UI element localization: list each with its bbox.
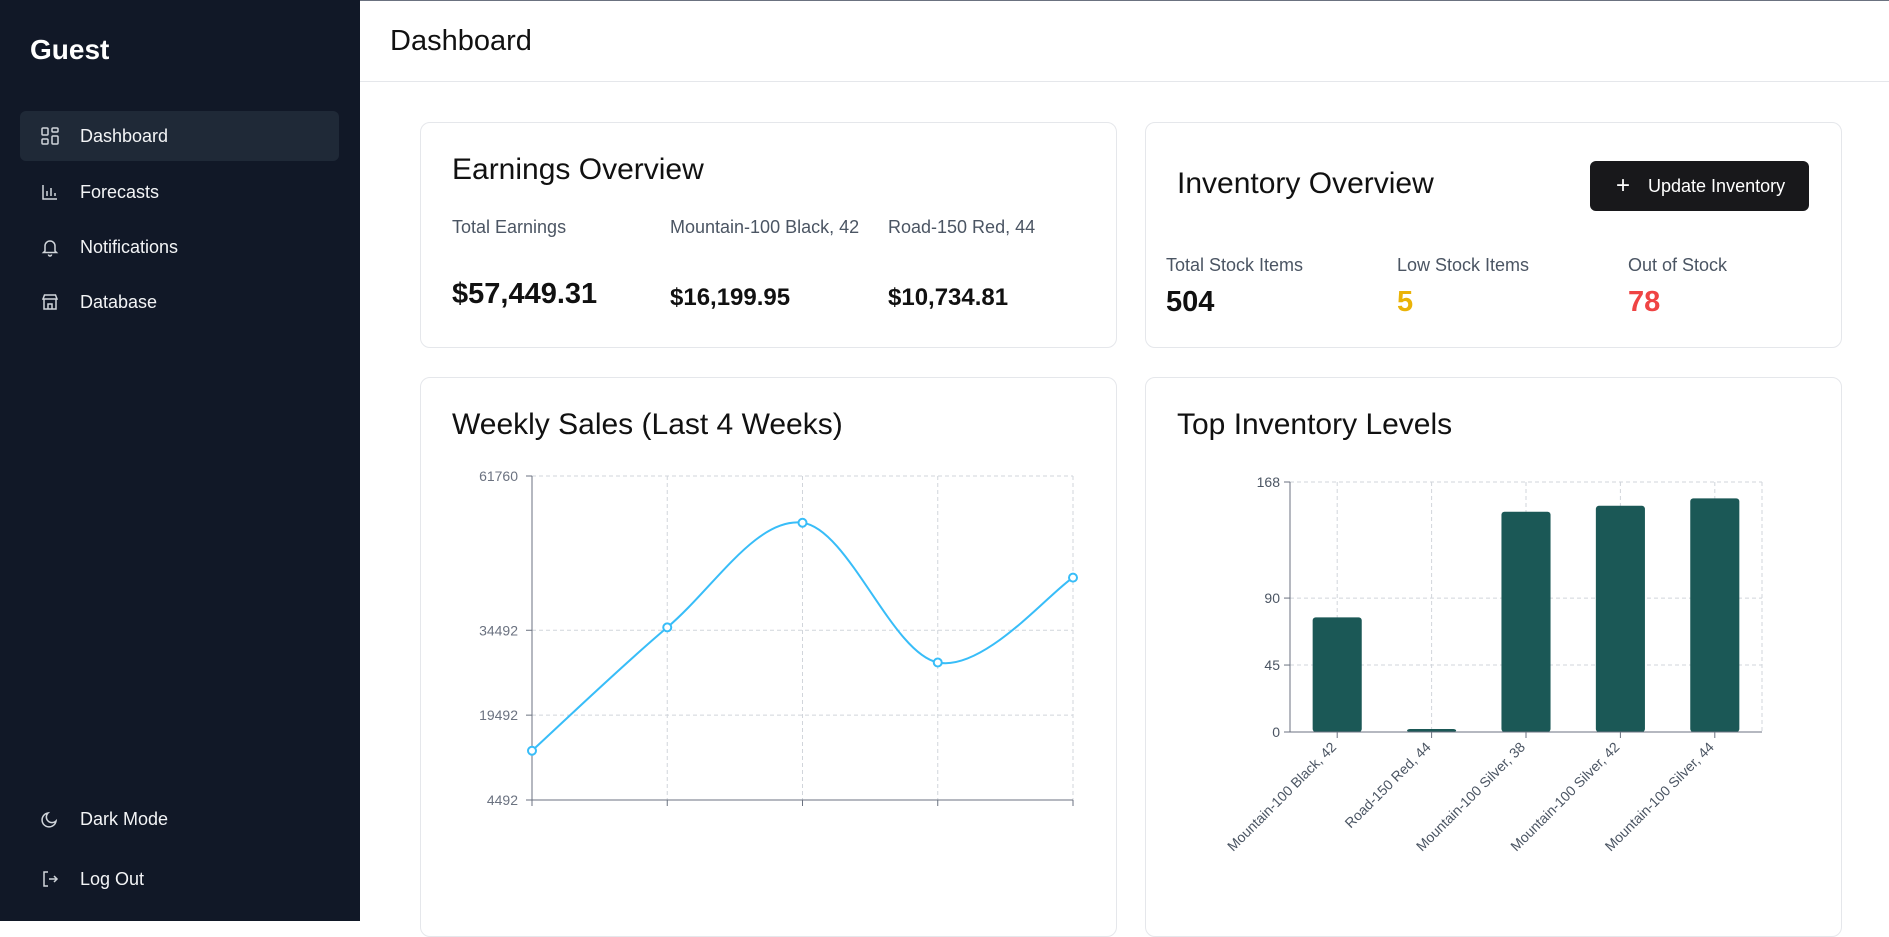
update-inventory-button[interactable]: + Update Inventory bbox=[1590, 161, 1809, 211]
total-stock-value: 504 bbox=[1166, 286, 1215, 318]
low-stock-label: Low Stock Items bbox=[1397, 255, 1530, 275]
data-point bbox=[1068, 572, 1078, 583]
total-earnings-label: Total Earnings bbox=[452, 217, 567, 237]
dashboard-grid-icon bbox=[40, 126, 60, 146]
top-item-2-label: Road-150 Red, 44 bbox=[888, 217, 1036, 237]
data-point bbox=[527, 745, 537, 756]
main-content: Dashboard Earnings Overview Total Earnin… bbox=[360, 0, 1889, 937]
plus-icon: + bbox=[1616, 172, 1631, 199]
y-tick-label: 90 bbox=[1264, 590, 1280, 606]
data-point bbox=[797, 517, 808, 528]
x-tick-label: Mountain-100 Silver, 42 bbox=[1507, 739, 1622, 854]
out-of-stock-value: 78 bbox=[1628, 286, 1661, 318]
top-item-2-value: $10,734.81 bbox=[888, 284, 1009, 311]
inventory-overview-card: Inventory Overview + Update Inventory To… bbox=[1145, 122, 1842, 348]
out-of-stock-label: Out of Stock bbox=[1628, 255, 1728, 275]
sidebar-item-label: Dashboard bbox=[80, 125, 169, 146]
bar bbox=[1501, 511, 1551, 732]
bar bbox=[1690, 498, 1740, 732]
sidebar: Guest Dashboard Forecasts Notifications bbox=[0, 0, 360, 921]
y-tick-label: 45 bbox=[1264, 657, 1280, 673]
data-point bbox=[932, 657, 943, 668]
total-earnings-value: $57,449.31 bbox=[452, 278, 598, 310]
x-tick-label: Mountain-100 Silver, 44 bbox=[1602, 739, 1717, 854]
x-tick-label: Mountain-100 Black, 42 bbox=[1224, 739, 1339, 854]
top-bar: Dashboard bbox=[360, 1, 1889, 82]
moon-icon bbox=[40, 809, 60, 829]
sidebar-item-database[interactable]: Database bbox=[20, 277, 339, 327]
card-title: Inventory Overview bbox=[1177, 167, 1434, 200]
inventory-levels-card: Top Inventory Levels 0 45 90 168 Mountain-10… bbox=[1145, 377, 1842, 937]
store-icon bbox=[40, 292, 60, 312]
page-title: Dashboard bbox=[390, 25, 532, 57]
weekly-sales-chart: 4492 19492 34492 61760 bbox=[479, 468, 1078, 808]
card-title: Top Inventory Levels bbox=[1177, 408, 1453, 441]
y-tick-label: 34492 bbox=[479, 622, 518, 638]
sidebar-item-label: Notifications bbox=[80, 236, 179, 257]
data-point bbox=[662, 622, 673, 633]
logout-button[interactable]: Log Out bbox=[20, 854, 339, 904]
sidebar-item-notifications[interactable]: Notifications bbox=[20, 222, 339, 272]
sidebar-item-forecasts[interactable]: Forecasts bbox=[20, 167, 339, 217]
logout-icon bbox=[40, 869, 60, 889]
sidebar-item-label: Log Out bbox=[80, 868, 145, 889]
dark-mode-toggle[interactable]: Dark Mode bbox=[20, 794, 339, 844]
x-tick-label: Road-150 Red, 44 bbox=[1341, 739, 1433, 831]
top-item-1-value: $16,199.95 bbox=[670, 284, 791, 311]
sidebar-item-label: Forecasts bbox=[80, 181, 160, 202]
brand-title: Guest bbox=[30, 34, 110, 65]
low-stock-value: 5 bbox=[1397, 286, 1414, 318]
sidebar-item-label: Database bbox=[80, 291, 158, 312]
earnings-overview-card: Earnings Overview Total Earnings $57,449… bbox=[420, 122, 1117, 348]
x-tick-label: Mountain-100 Silver, 38 bbox=[1413, 739, 1528, 854]
total-stock-label: Total Stock Items bbox=[1166, 255, 1304, 275]
bar bbox=[1595, 505, 1645, 732]
card-title: Earnings Overview bbox=[452, 153, 704, 186]
sidebar-item-dashboard[interactable]: Dashboard bbox=[20, 111, 339, 161]
y-tick-label: 4492 bbox=[487, 792, 518, 808]
top-item-1-label: Mountain-100 Black, 42 bbox=[670, 217, 860, 237]
weekly-sales-card: Weekly Sales (Last 4 Weeks) 4492 19492 344… bbox=[420, 377, 1117, 937]
y-tick-label: 61760 bbox=[479, 468, 518, 484]
bar-chart-icon bbox=[40, 182, 60, 202]
bar bbox=[1312, 617, 1362, 732]
sidebar-item-label: Dark Mode bbox=[80, 808, 169, 829]
card-title: Weekly Sales (Last 4 Weeks) bbox=[452, 408, 843, 441]
bell-icon bbox=[40, 237, 60, 257]
y-tick-label: 168 bbox=[1257, 474, 1281, 490]
y-tick-label: 19492 bbox=[479, 707, 518, 723]
update-inventory-label: Update Inventory bbox=[1648, 175, 1786, 196]
inventory-levels-chart: 0 45 90 168 Mountain-100 Black, 42 Road-150 R… bbox=[1224, 474, 1763, 854]
y-tick-label: 0 bbox=[1272, 724, 1280, 740]
